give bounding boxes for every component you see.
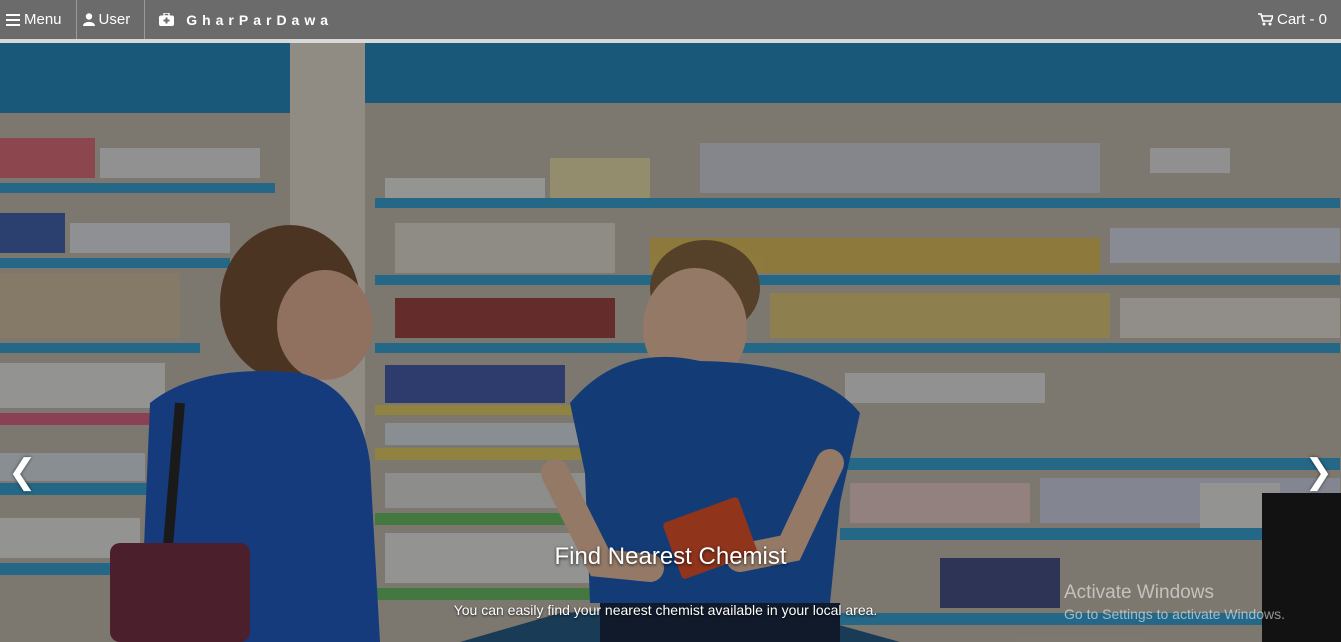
carousel-next-button[interactable]: ❯ xyxy=(1305,455,1334,489)
cart-button[interactable]: Cart - 0 xyxy=(1257,11,1341,28)
brand-link[interactable]: GharParDawa xyxy=(145,12,333,28)
hero-title: Find Nearest Chemist xyxy=(554,543,787,570)
carousel-prev-button[interactable]: ❮ xyxy=(8,455,37,489)
hero-carousel: ❮ ❯ Find Nearest Chemist You can easily … xyxy=(0,43,1341,642)
chevron-right-icon: ❯ xyxy=(1304,453,1334,491)
user-label: User xyxy=(98,11,131,28)
brand-name: GharParDawa xyxy=(186,11,334,28)
watermark-line2: Go to Settings to activate Windows. xyxy=(1064,606,1285,622)
menu-label: Menu xyxy=(24,11,62,28)
cart-label: Cart - 0 xyxy=(1276,11,1327,28)
chevron-left-icon: ❮ xyxy=(8,453,37,491)
user-button[interactable]: User xyxy=(77,0,146,39)
cart-icon xyxy=(1257,13,1273,26)
top-navbar: Menu User GharParDawa Cart - 0 xyxy=(0,0,1341,43)
medkit-icon xyxy=(159,13,175,26)
user-icon xyxy=(82,13,95,26)
windows-activation-watermark: Activate Windows Go to Settings to activ… xyxy=(1064,582,1285,622)
menu-button[interactable]: Menu xyxy=(0,0,77,39)
watermark-line1: Activate Windows xyxy=(1064,582,1214,603)
hamburger-icon xyxy=(6,13,20,26)
